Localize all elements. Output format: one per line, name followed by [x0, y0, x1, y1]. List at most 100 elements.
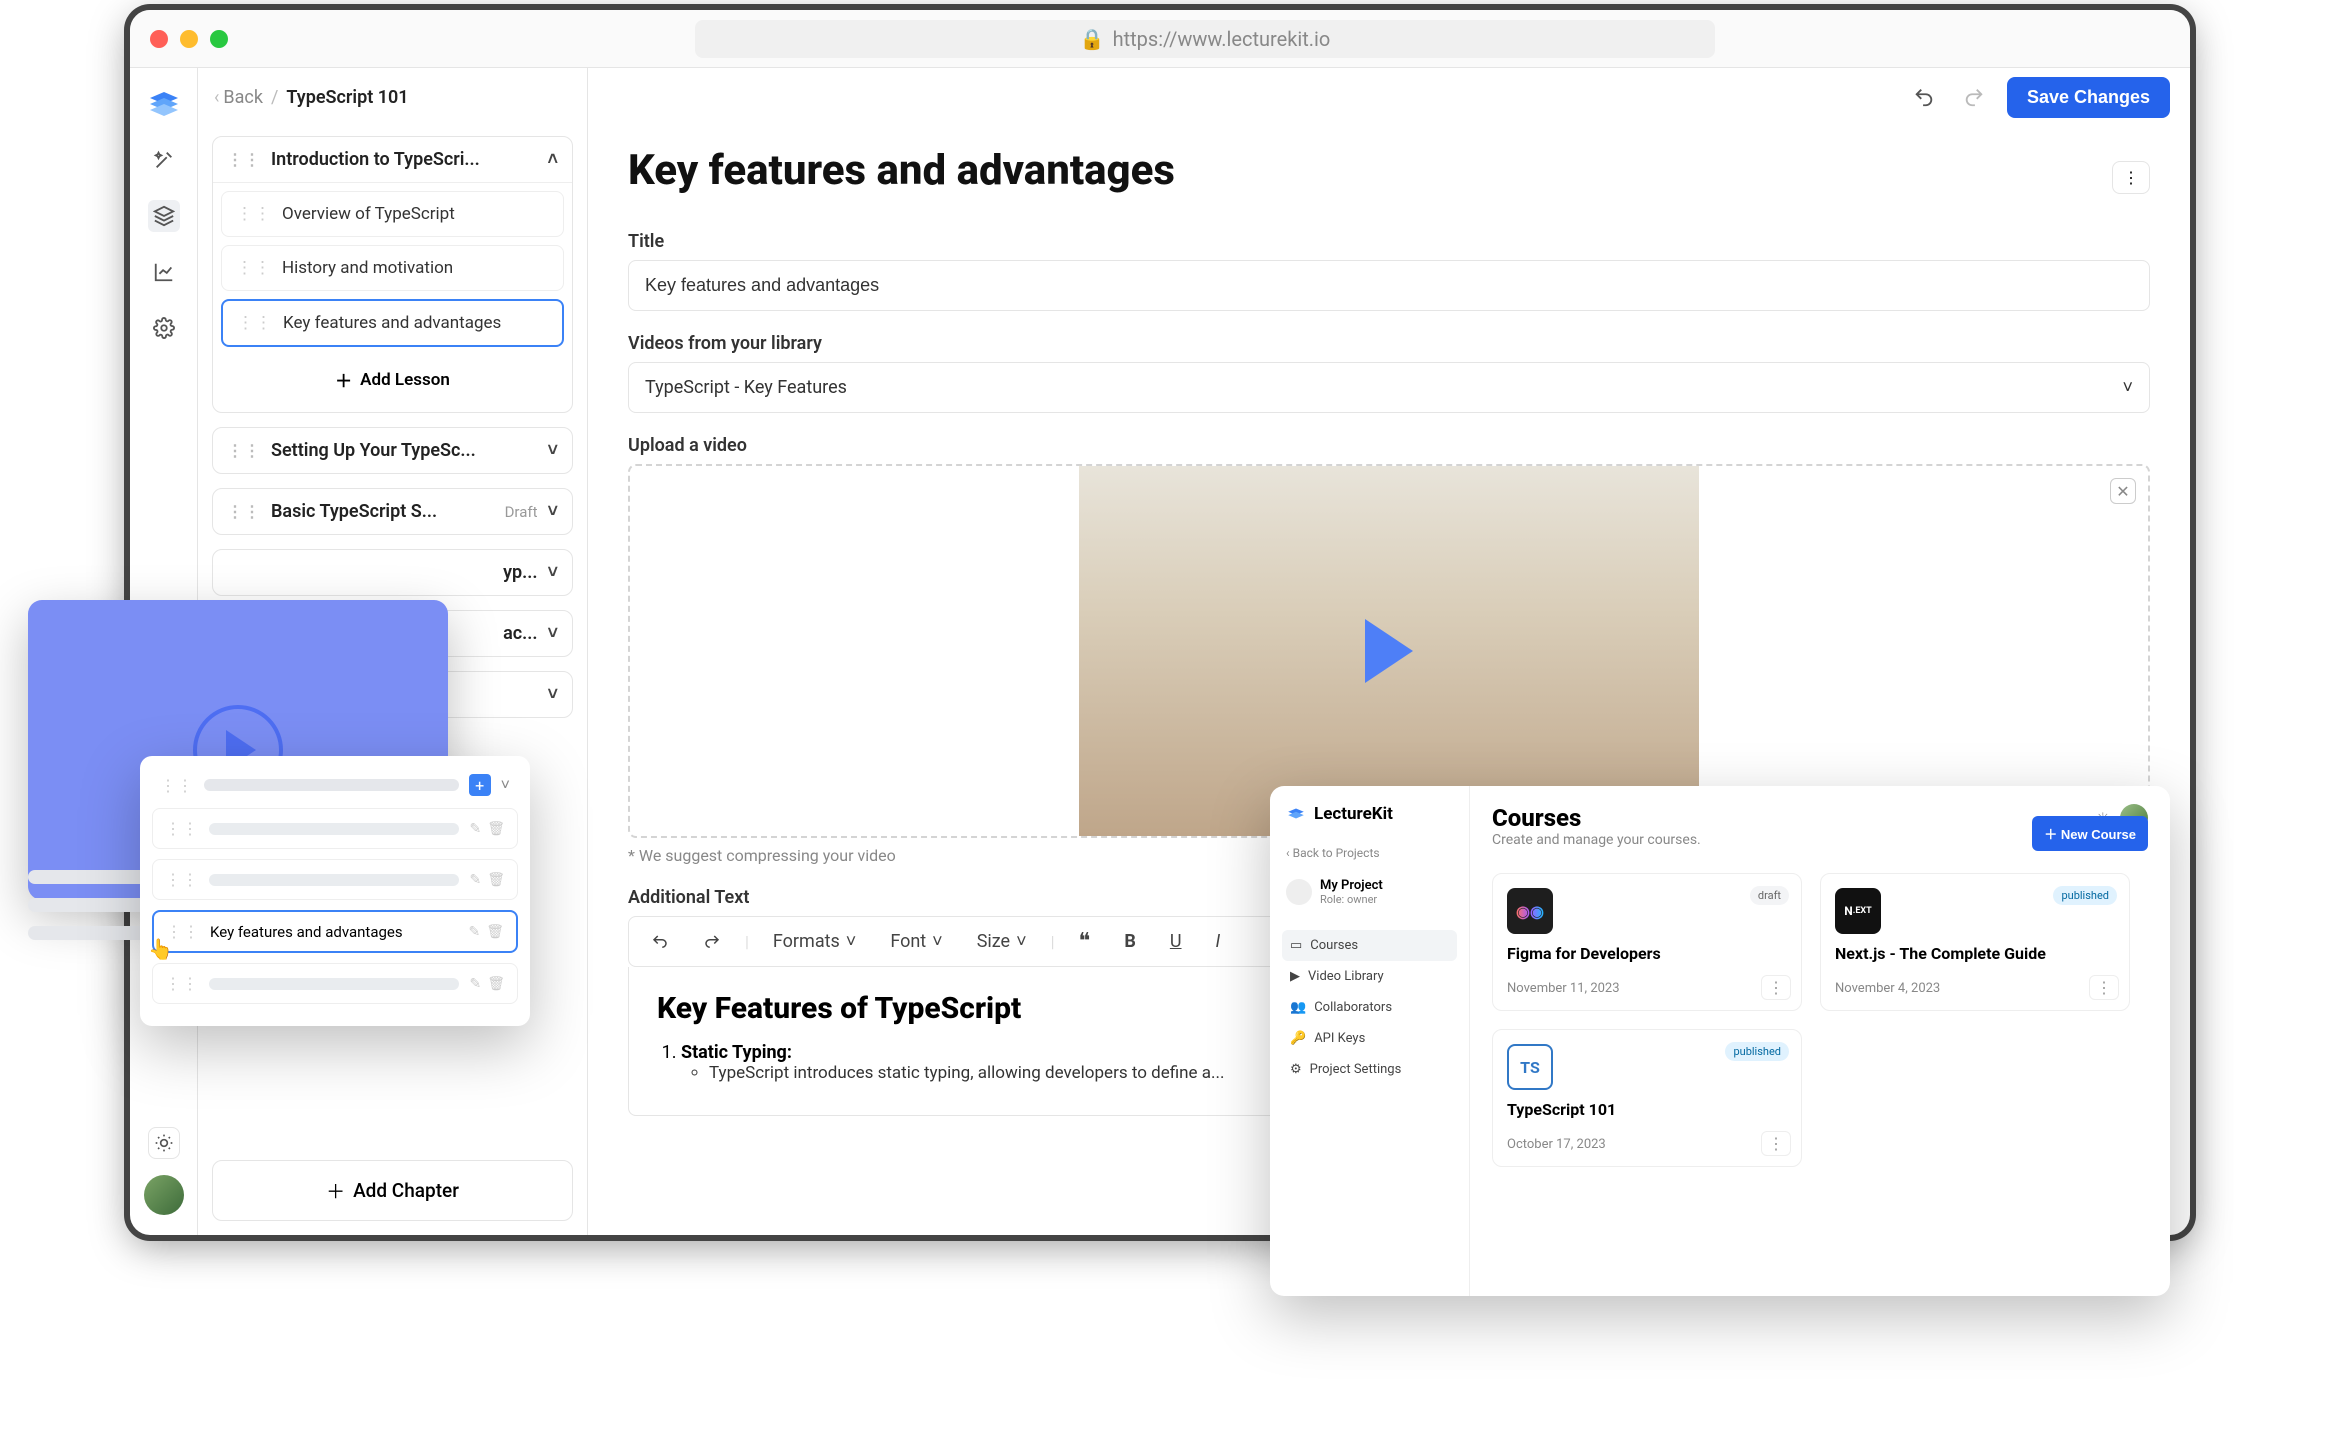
nav-courses[interactable]: ▭Courses — [1282, 930, 1457, 961]
back-link[interactable]: Back — [223, 87, 263, 108]
course-title: Figma for Developers — [1507, 944, 1787, 963]
close-window-icon[interactable] — [150, 30, 168, 48]
cursor-icon: 👆 — [148, 937, 173, 961]
lesson-title: History and motivation — [282, 258, 453, 278]
drag-handle-icon[interactable]: ⋮⋮ — [227, 502, 261, 521]
chapter-header[interactable]: ⋮⋮ Basic TypeScript S... Draft ˅ — [213, 489, 572, 534]
lesson-item-active[interactable]: ⋮⋮ Key features and advantages — [221, 299, 564, 347]
undo-icon[interactable] — [1907, 80, 1941, 114]
chevron-down-icon[interactable]: ˅ — [501, 775, 510, 795]
editor-redo-icon[interactable] — [693, 929, 731, 955]
lesson-row-selected[interactable]: ⋮⋮ Key features and advantages ✎🗑 👆 — [152, 910, 518, 953]
minimize-window-icon[interactable] — [180, 30, 198, 48]
maximize-window-icon[interactable] — [210, 30, 228, 48]
drag-handle-icon[interactable]: ⋮⋮ — [160, 776, 194, 795]
lesson-skeleton-row[interactable]: ⋮⋮ ✎ 🗑 — [152, 808, 518, 849]
delete-icon[interactable]: 🗑 — [487, 976, 505, 992]
chapter-header[interactable]: ⋮⋮ Introduction to TypeScri... ˄ — [213, 137, 572, 182]
delete-icon[interactable]: 🗑 — [486, 924, 504, 940]
play-icon[interactable] — [1365, 619, 1413, 683]
edit-icon[interactable]: ✎ — [469, 976, 481, 992]
project-selector[interactable]: My Project Role: owner — [1282, 872, 1457, 920]
drag-handle-icon[interactable]: ⋮⋮ — [165, 819, 199, 838]
size-select[interactable]: Size ˅ — [967, 927, 1037, 956]
remove-video-icon[interactable]: ✕ — [2110, 478, 2136, 504]
more-menu-icon[interactable]: ⋮ — [2112, 161, 2150, 194]
card-menu-icon[interactable]: ⋮ — [2089, 975, 2119, 1000]
editor-undo-icon[interactable] — [641, 929, 679, 955]
drag-handle-icon[interactable]: ⋮⋮ — [237, 313, 273, 333]
user-avatar[interactable] — [144, 1175, 184, 1215]
theme-icon[interactable] — [148, 1127, 180, 1159]
chevron-down-icon[interactable]: ˅ — [547, 501, 558, 522]
course-card[interactable]: N.EXT published Next.js - The Complete G… — [1820, 873, 2130, 1011]
underline-icon[interactable]: U — [1160, 927, 1192, 956]
drag-handle-icon[interactable]: ⋮⋮ — [227, 441, 261, 460]
upload-label: Upload a video — [628, 435, 2150, 456]
italic-icon[interactable]: I — [1206, 927, 1231, 956]
settings-icon[interactable] — [148, 312, 180, 344]
chapter-header[interactable]: ⋮⋮ Setting Up Your TypeSc... ˅ — [213, 428, 572, 473]
chapter-title: Setting Up Your TypeSc... — [271, 440, 537, 461]
nav-api-keys[interactable]: 🔑API Keys — [1282, 1023, 1457, 1054]
video-thumbnail[interactable] — [1079, 466, 1699, 836]
drag-handle-icon[interactable]: ⋮⋮ — [236, 258, 272, 278]
analytics-icon[interactable] — [148, 256, 180, 288]
dashboard-logo[interactable]: LectureKit — [1282, 800, 1457, 834]
status-badge: published — [2053, 886, 2117, 905]
nav-project-settings[interactable]: ⚙Project Settings — [1282, 1054, 1457, 1085]
bold-icon[interactable]: B — [1114, 927, 1146, 956]
lesson-skeleton-row[interactable]: ⋮⋮ ✎ 🗑 — [152, 859, 518, 900]
quote-icon[interactable]: ❝ — [1069, 925, 1101, 958]
dashboard-heading: Courses — [1492, 804, 1701, 832]
floating-dashboard: LectureKit ‹ Back to Projects My Project… — [1270, 786, 2170, 1296]
card-menu-icon[interactable]: ⋮ — [1761, 975, 1791, 1000]
plus-icon[interactable]: + — [469, 774, 491, 796]
course-card[interactable]: ◉◉ draft Figma for Developers November 1… — [1492, 873, 1802, 1011]
add-lesson-button[interactable]: ＋ Add Lesson — [221, 355, 564, 404]
video-select[interactable]: TypeScript - Key Features ˅ — [628, 362, 2150, 413]
logo-icon[interactable] — [146, 84, 182, 120]
card-menu-icon[interactable]: ⋮ — [1761, 1131, 1791, 1156]
course-card[interactable]: TS published TypeScript 101 October 17, … — [1492, 1029, 1802, 1167]
magic-wand-icon[interactable] — [148, 144, 180, 176]
course-date: October 17, 2023 — [1507, 1137, 1787, 1152]
back-to-projects-link[interactable]: ‹ Back to Projects — [1282, 844, 1457, 862]
redo-icon[interactable] — [1957, 80, 1991, 114]
back-chevron-icon[interactable]: ‹ — [214, 87, 219, 108]
breadcrumb-separator: / — [271, 87, 278, 108]
delete-icon[interactable]: 🗑 — [487, 872, 505, 888]
formats-select[interactable]: Formats ˅ — [763, 927, 866, 956]
edit-icon[interactable]: ✎ — [469, 821, 481, 837]
add-chapter-button[interactable]: ＋ Add Chapter — [212, 1160, 573, 1221]
chevron-down-icon[interactable]: ˅ — [547, 623, 558, 644]
edit-icon[interactable]: ✎ — [469, 872, 481, 888]
add-chapter-label: Add Chapter — [353, 1179, 459, 1202]
course-date: November 4, 2023 — [1835, 981, 2115, 996]
chevron-up-icon[interactable]: ˄ — [547, 149, 558, 170]
lesson-skeleton-row[interactable]: ⋮⋮ ✎ 🗑 — [152, 963, 518, 1004]
drag-handle-icon[interactable]: ⋮⋮ — [236, 204, 272, 224]
save-button[interactable]: Save Changes — [2007, 77, 2170, 118]
drag-handle-icon[interactable]: ⋮⋮ — [227, 150, 261, 169]
new-course-button[interactable]: ＋ New Course — [2032, 816, 2148, 851]
title-input[interactable] — [628, 260, 2150, 311]
drag-handle-icon[interactable]: ⋮⋮ — [165, 974, 199, 993]
chevron-down-icon[interactable]: ˅ — [547, 684, 558, 705]
url-bar[interactable]: 🔒 https://www.lecturekit.io — [695, 20, 1715, 58]
nav-video-library[interactable]: ▶Video Library — [1282, 961, 1457, 992]
chevron-down-icon[interactable]: ˅ — [547, 440, 558, 461]
lesson-item[interactable]: ⋮⋮ Overview of TypeScript — [221, 191, 564, 237]
lesson-item[interactable]: ⋮⋮ History and motivation — [221, 245, 564, 291]
chapter-header[interactable]: yp... ˅ — [213, 550, 572, 595]
chevron-down-icon[interactable]: ˅ — [547, 562, 558, 583]
delete-icon[interactable]: 🗑 — [487, 821, 505, 837]
status-badge: draft — [1750, 886, 1789, 905]
nav-collaborators[interactable]: 👥Collaborators — [1282, 992, 1457, 1023]
breadcrumb-course: TypeScript 101 — [286, 87, 408, 108]
layers-icon[interactable] — [148, 200, 180, 232]
drag-handle-icon[interactable]: ⋮⋮ — [165, 870, 199, 889]
upload-dropzone[interactable]: ✕ — [628, 464, 2150, 838]
edit-icon[interactable]: ✎ — [468, 924, 480, 940]
font-select[interactable]: Font ˅ — [880, 927, 952, 956]
